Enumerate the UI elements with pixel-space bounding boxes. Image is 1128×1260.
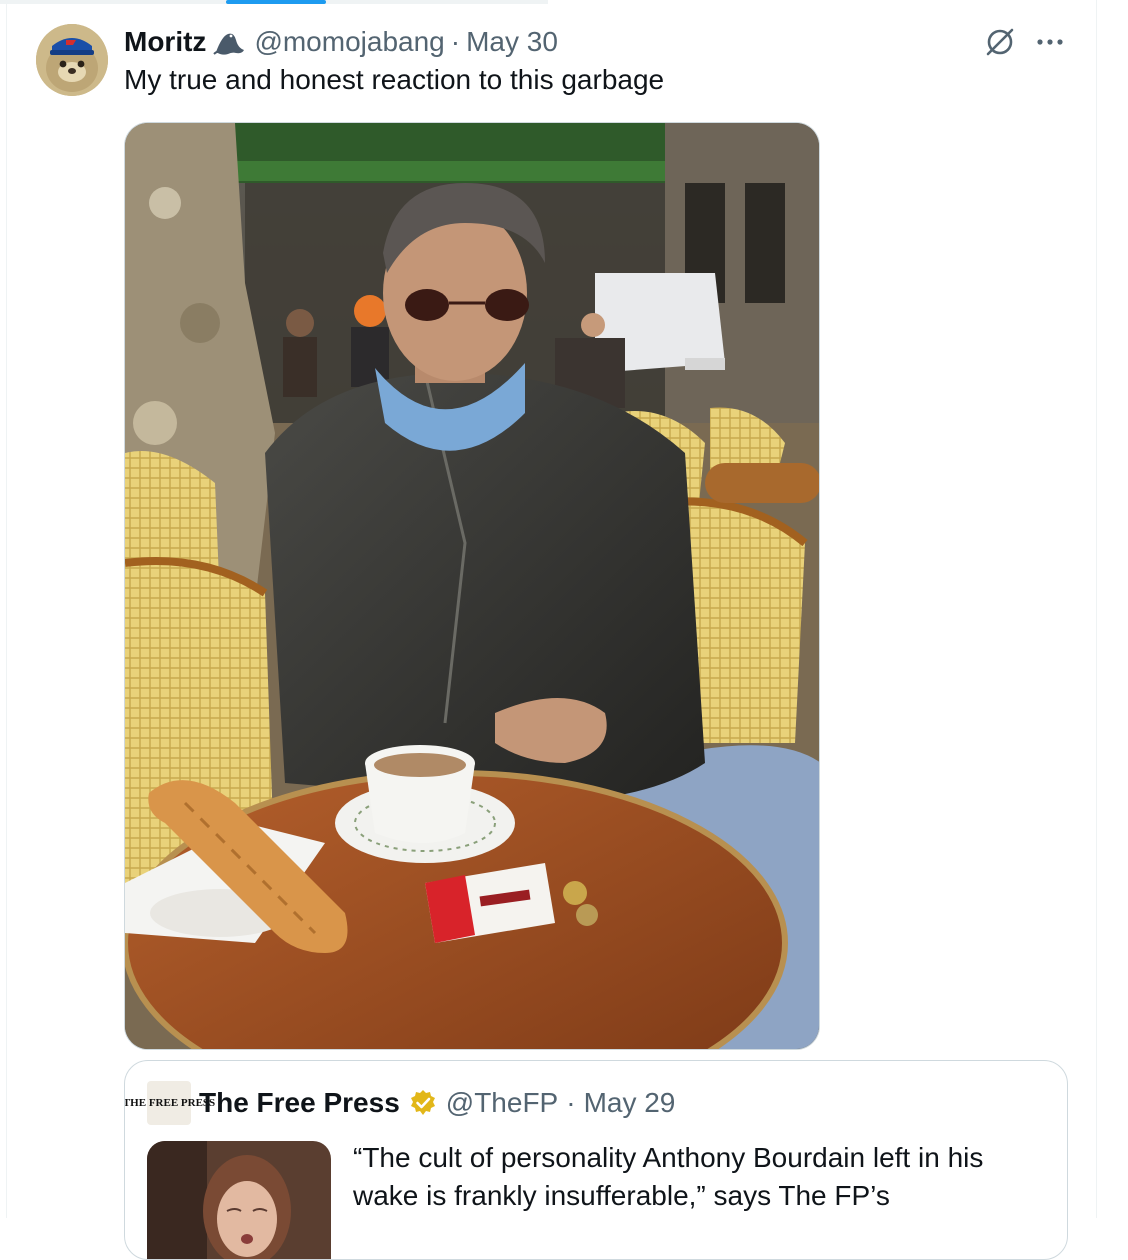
free-press-logo[interactable]: THE FREE PRESS	[125, 1081, 215, 1125]
quoted-author-handle[interactable]: @TheFP	[446, 1087, 558, 1119]
quoted-tweet[interactable]: THE FREE PRESS The Free Press @TheFP · M…	[124, 1060, 1068, 1260]
gold-verified-badge-icon	[408, 1088, 438, 1118]
seal-avatar-icon[interactable]	[36, 24, 108, 96]
tweet-text: My true and honest reaction to this garb…	[124, 64, 665, 95]
quoted-tweet-header: THE FREE PRESS The Free Press @TheFP · M…	[125, 1081, 676, 1125]
quoted-tweet-thumbnail[interactable]	[147, 1141, 331, 1259]
separator-dot: ·	[450, 26, 461, 57]
separator-dot: ·	[566, 1087, 576, 1118]
seal-icon	[212, 26, 248, 58]
tweet-date[interactable]: May 30	[466, 26, 558, 58]
tweet[interactable]: Moritz @momojabang · May 30 My true and …	[0, 0, 1128, 1260]
tweet-header: Moritz @momojabang · May 30	[124, 24, 558, 60]
tweet-photo[interactable]	[124, 122, 820, 1050]
quoted-tweet-date[interactable]: May 29	[584, 1087, 676, 1119]
author-handle[interactable]: @momojabang	[254, 26, 444, 58]
quoted-tweet-text: “The cult of personality Anthony Bourdai…	[353, 1142, 984, 1211]
author-name[interactable]: Moritz	[124, 26, 206, 58]
grok-icon[interactable]	[982, 24, 1018, 60]
more-icon[interactable]	[1032, 28, 1068, 56]
quoted-author-name[interactable]: The Free Press	[199, 1087, 400, 1119]
